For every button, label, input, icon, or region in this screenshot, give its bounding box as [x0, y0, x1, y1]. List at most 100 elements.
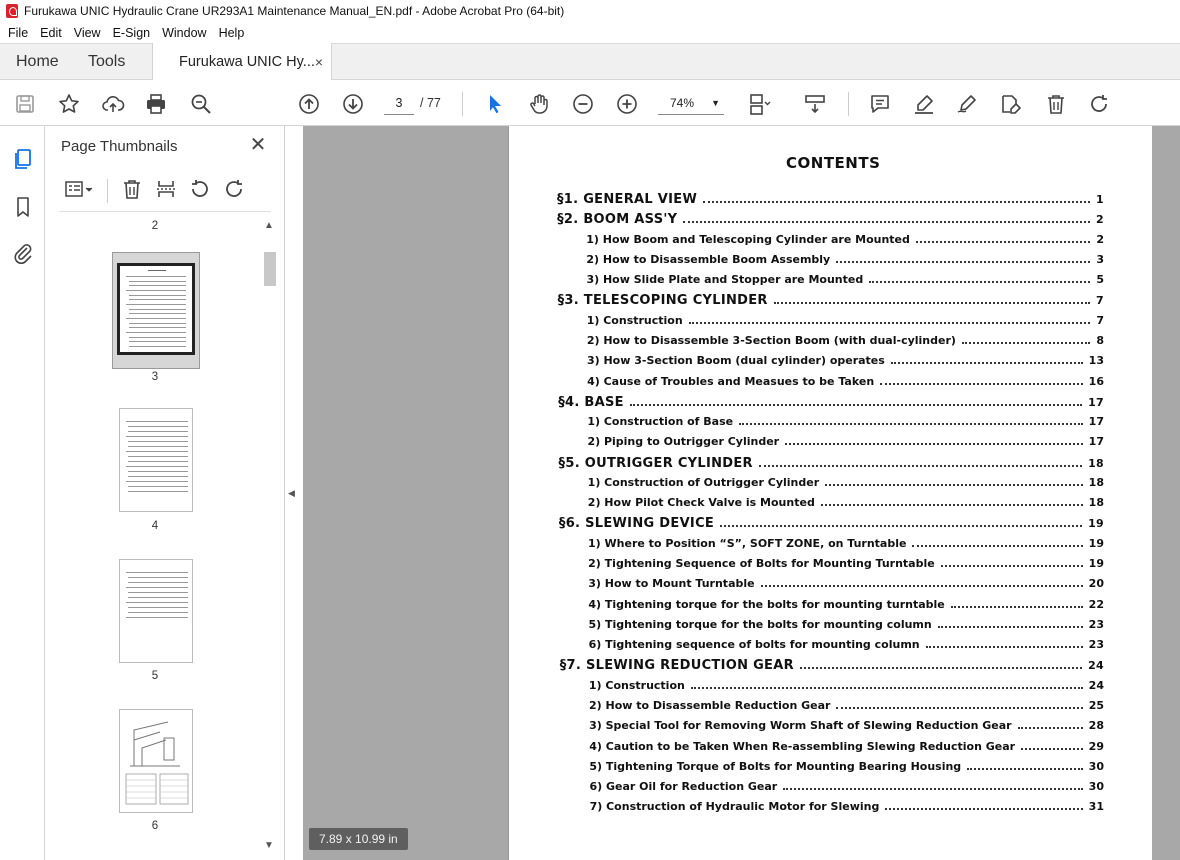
document-page: CONTENTS §1. GENERAL VIEW 1 §2. BOOM ASS'Y…	[508, 126, 1152, 860]
scrollbar-thumb[interactable]	[264, 252, 276, 286]
thumbnail-label-6: 6	[151, 820, 159, 832]
select-cursor-icon[interactable]	[482, 91, 508, 117]
toc-entry-label: 1) Construction	[588, 678, 685, 692]
attachments-icon[interactable]	[10, 240, 36, 266]
toc-section-entry[interactable]: §4. BASE 17	[558, 395, 1104, 410]
fill-sign-icon[interactable]	[998, 91, 1024, 117]
toc-subsection-entry[interactable]: 1) Where to Position “S”, SOFT ZONE, on …	[588, 537, 1104, 550]
toc-subsection-entry[interactable]: 7) Construction of Hydraulic Motor for S…	[590, 800, 1104, 813]
menu-view[interactable]: View	[74, 26, 101, 40]
toc-subsection-entry[interactable]: 2) How to Disassemble Reduction Gear 25	[589, 699, 1104, 712]
previous-page-icon[interactable]	[296, 91, 322, 117]
rotate-left-icon[interactable]	[187, 176, 213, 202]
close-panel-icon[interactable]: ✕	[247, 134, 269, 156]
toc-subsection-entry[interactable]: 3) How 3-Section Boom (dual cylinder) op…	[587, 354, 1104, 367]
scroll-down-icon[interactable]: ▼	[264, 840, 274, 851]
toc-subsection-entry[interactable]: 3) How Slide Plate and Stopper are Mount…	[586, 273, 1104, 286]
thumbnail-scrollbar[interactable]: ▲ ▼	[262, 220, 277, 854]
menu-help[interactable]: Help	[219, 26, 245, 40]
tab-home[interactable]: Home	[16, 44, 59, 80]
thumbnail-page-3-selected[interactable]	[112, 252, 200, 369]
zoom-search-icon[interactable]	[188, 91, 214, 117]
comment-icon[interactable]	[867, 91, 893, 117]
toc-leader-dots	[961, 341, 1091, 344]
close-tab-icon[interactable]: ×	[315, 43, 323, 81]
print-icon[interactable]	[143, 91, 169, 117]
insert-page-icon[interactable]	[153, 176, 179, 202]
toc-leader-dots	[967, 767, 1083, 770]
toc-subsection-entry[interactable]: 3) How to Mount Turntable 20	[588, 577, 1104, 590]
toc-section-entry[interactable]: §7. SLEWING REDUCTION GEAR 24	[560, 658, 1104, 673]
toc-subsection-entry[interactable]: 2) How to Disassemble Boom Assembly 3	[586, 253, 1104, 266]
zoom-level-value: 74%	[670, 96, 695, 110]
thumbnail-page-5[interactable]	[119, 559, 193, 663]
toc-subsection-entry[interactable]: 1) Construction 24	[589, 679, 1104, 692]
upload-cloud-icon[interactable]	[100, 91, 126, 117]
toc-subsection-entry[interactable]: 2) How to Disassemble 3-Section Boom (wi…	[587, 334, 1104, 347]
toc-page-number: 2	[1096, 232, 1104, 246]
zoom-out-icon[interactable]	[570, 91, 596, 117]
toc-leader-dots	[739, 423, 1083, 426]
draw-tool-icon[interactable]	[954, 91, 980, 117]
zoom-in-icon[interactable]	[614, 91, 640, 117]
hand-tool-icon[interactable]	[526, 91, 552, 117]
toc-section-entry[interactable]: §2. BOOM ASS'Y 2	[557, 212, 1104, 227]
next-page-icon[interactable]	[340, 91, 366, 117]
toc-subsection-entry[interactable]: 6) Tightening sequence of bolts for moun…	[589, 638, 1104, 651]
toc-entry-label: 2) Piping to Outrigger Cylinder	[587, 435, 780, 449]
page-number-input[interactable]: 3	[384, 91, 414, 115]
toc-page-number: 23	[1088, 617, 1104, 631]
toc-subsection-entry[interactable]: 2) How Pilot Check Valve is Mounted 18	[588, 496, 1104, 509]
toc-subsection-entry[interactable]: 1) How Boom and Telescoping Cylinder are…	[586, 233, 1104, 246]
toc-section-entry[interactable]: §1. GENERAL VIEW 1	[557, 192, 1104, 207]
toc-entry-label: 1) Where to Position “S”, SOFT ZONE, on …	[588, 536, 907, 550]
toc-section-entry[interactable]: §5. OUTRIGGER CYLINDER 18	[559, 456, 1104, 471]
toc-subsection-entry[interactable]: 5) Tightening Torque of Bolts for Mounti…	[589, 760, 1104, 773]
collapse-panel-icon[interactable]: ◀	[288, 488, 300, 500]
toc-subsection-entry[interactable]: 1) Construction 7	[587, 314, 1104, 327]
toc-subsection-entry[interactable]: 2) Piping to Outrigger Cylinder 17	[587, 435, 1104, 448]
menu-window[interactable]: Window	[162, 26, 206, 40]
zoom-level-select[interactable]: 74% ▼	[658, 91, 724, 115]
scroll-up-icon[interactable]: ▲	[264, 220, 274, 231]
delete-icon[interactable]	[1043, 91, 1069, 117]
toc-page-number: 19	[1088, 557, 1104, 570]
bookmark-star-icon[interactable]	[56, 91, 82, 117]
page-thumbnails-icon[interactable]	[10, 146, 36, 172]
delete-page-icon[interactable]	[119, 176, 145, 202]
rotate-right-icon[interactable]	[221, 176, 247, 202]
tab-tools[interactable]: Tools	[88, 44, 125, 80]
toc-leader-dots	[836, 706, 1083, 709]
scroll-mode-icon[interactable]	[802, 91, 828, 117]
toc-entry-label: §6. SLEWING DEVICE	[558, 516, 715, 532]
document-viewport[interactable]: CONTENTS §1. GENERAL VIEW 1 §2. BOOM ASS'Y…	[303, 126, 1180, 860]
thumbnail-options-icon[interactable]	[59, 176, 99, 202]
rotate-icon[interactable]	[1086, 91, 1112, 117]
thumbnail-page-4[interactable]	[119, 408, 193, 512]
menu-edit[interactable]: Edit	[40, 26, 62, 40]
highlight-pen-icon[interactable]	[911, 91, 937, 117]
toc-subsection-entry[interactable]: 4) Cause of Troubles and Measues to be T…	[587, 375, 1104, 388]
menu-file[interactable]: File	[8, 26, 28, 40]
thumbnail-page-6[interactable]	[119, 709, 193, 813]
panel-divider	[59, 211, 271, 212]
toc-subsection-entry[interactable]: 5) Tightening torque for the bolts for m…	[589, 618, 1104, 631]
toc-entry-label: 1) How Boom and Telescoping Cylinder are…	[586, 232, 910, 246]
toc-subsection-entry[interactable]: 3) Special Tool for Removing Worm Shaft …	[589, 719, 1104, 732]
page-view-icon[interactable]	[746, 91, 772, 117]
toc-subsection-entry[interactable]: 2) Tightening Sequence of Bolts for Moun…	[588, 557, 1104, 570]
toc-subsection-entry[interactable]: 1) Construction of Outrigger Cylinder 18	[588, 476, 1104, 489]
toc-subsection-entry[interactable]: 6) Gear Oil for Reduction Gear 30	[589, 780, 1104, 793]
total-pages: / 77	[420, 96, 441, 110]
menu-esign[interactable]: E-Sign	[113, 26, 151, 40]
tab-document[interactable]: Furukawa UNIC Hy... ×	[152, 43, 332, 81]
toc-section-entry[interactable]: §3. TELESCOPING CYLINDER 7	[558, 293, 1104, 308]
toc-subsection-entry[interactable]: 1) Construction of Base 17	[587, 415, 1104, 428]
toc-subsection-entry[interactable]: 4) Tightening torque for the bolts for m…	[588, 598, 1104, 611]
toc-section-entry[interactable]: §6. SLEWING DEVICE 19	[559, 516, 1104, 531]
toc-subsection-entry[interactable]: 4) Caution to be Taken When Re-assemblin…	[589, 740, 1104, 753]
toc-entry-label: 6) Gear Oil for Reduction Gear	[589, 780, 778, 794]
toc-entry-label: 2) Tightening Sequence of Bolts for Moun…	[588, 557, 935, 570]
save-icon[interactable]	[12, 91, 38, 117]
bookmarks-icon[interactable]	[10, 194, 36, 220]
